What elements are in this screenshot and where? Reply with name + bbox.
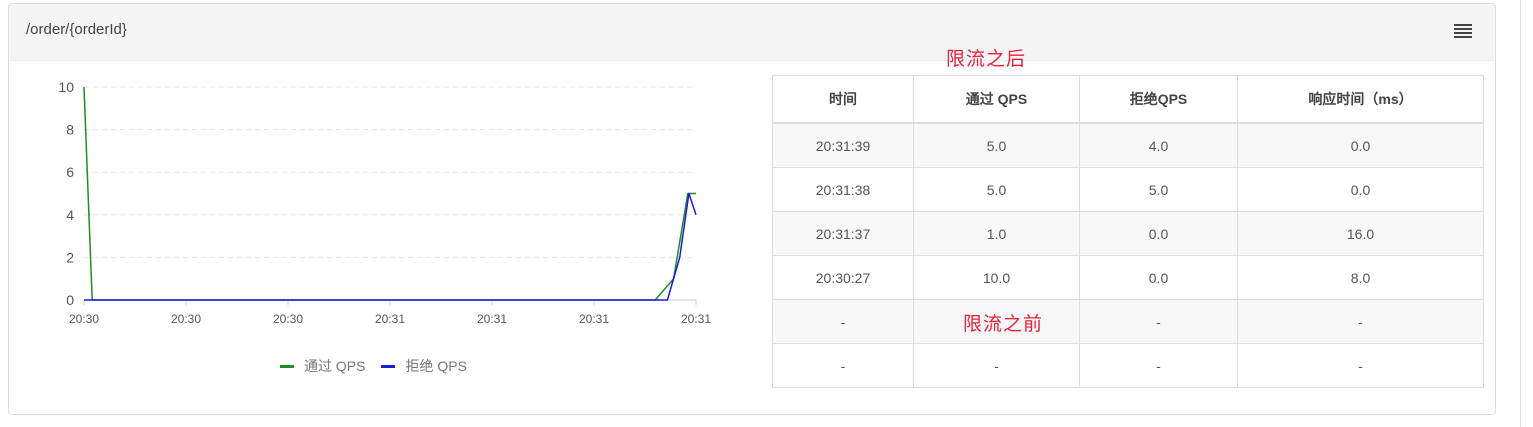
response-time-cell: 16.0 (1237, 211, 1484, 256)
time-cell: 20:31:39 (772, 122, 914, 168)
x-tick-label: 20:31 (681, 312, 711, 326)
legend-swatch-pass (280, 364, 294, 368)
legend-label-reject: 拒绝 QPS (405, 358, 467, 374)
chart-legend: 通过 QPS 拒绝 QPS (280, 356, 483, 376)
qps-line-chart: 0 2 4 6 8 10 20:30 20:30 20:30 20:31 20:31 20:31 20:… (58, 79, 711, 326)
pass-qps-cell: 5.0 (913, 122, 1080, 168)
pass-qps-cell: 1.0 (913, 211, 1080, 256)
panel-header: /order/{orderId} (9, 4, 1495, 61)
legend-item-reject[interactable]: 拒绝 QPS (381, 356, 467, 376)
table-row: 20:31:38 5.0 5.0 0.0 (772, 167, 1484, 212)
legend-item-pass[interactable]: 通过 QPS (280, 356, 365, 376)
response-time-cell: 0.0 (1237, 122, 1484, 168)
y-tick-label: 6 (66, 164, 74, 180)
y-tick-label: 0 (66, 292, 74, 308)
table-row: 20:31:37 1.0 0.0 16.0 (772, 211, 1484, 256)
y-tick-label: 8 (66, 122, 74, 138)
x-tick-label: 20:30 (171, 312, 201, 326)
response-time-cell: 8.0 (1237, 255, 1484, 300)
x-tick-label: 20:31 (375, 312, 405, 326)
time-cell: 20:31:38 (772, 167, 914, 212)
pass-qps-cell: 5.0 (913, 167, 1080, 212)
response-time-cell: 0.0 (1237, 167, 1484, 212)
y-tick-label: 2 (66, 249, 74, 265)
menu-icon[interactable] (1453, 23, 1473, 39)
table-row: ---- (772, 343, 1484, 388)
legend-swatch-reject (381, 364, 396, 368)
y-tick-label: 4 (66, 207, 74, 223)
y-tick-label: 10 (58, 79, 74, 95)
response-time-cell: - (1237, 299, 1484, 344)
panel-title: /order/{orderId} (26, 21, 127, 38)
reject-qps-cell: - (1079, 343, 1238, 388)
x-tick-label: 20:31 (579, 312, 609, 326)
time-cell: - (772, 299, 914, 344)
column-header-time: 时间 (772, 75, 914, 124)
time-cell: - (772, 343, 914, 388)
table-row: 20:30:27 10.0 0.0 8.0 (772, 255, 1484, 300)
time-cell: 20:31:37 (772, 211, 914, 256)
annotation-after-limit: 限流之后 (946, 48, 1027, 70)
series-line-pass-qps (83, 86, 696, 301)
pass-qps-cell: - (913, 343, 1080, 388)
reject-qps-cell: - (1079, 299, 1238, 344)
x-tick-label: 20:30 (273, 312, 303, 326)
column-header-pass-qps: 通过 QPS (913, 75, 1080, 124)
page-scrollbar[interactable] (1520, 0, 1521, 427)
reject-qps-cell: 4.0 (1079, 122, 1238, 168)
reject-qps-cell: 0.0 (1079, 255, 1238, 300)
table-header-row: 时间 通过 QPS 拒绝QPS 响应时间（ms） (772, 75, 1484, 124)
table-row: ---- (772, 299, 1484, 344)
x-tick-label: 20:31 (477, 312, 507, 326)
series-line-reject-qps (84, 192, 697, 301)
table-body: 20:31:39 5.0 4.0 0.0 20:31:38 5.0 5.0 0.0 20:31:… (772, 122, 1484, 388)
legend-label-pass: 通过 QPS (304, 358, 366, 374)
qps-table: 时间 通过 QPS 拒绝QPS 响应时间（ms） 20:31:39 5.0 4.0 0… (772, 75, 1484, 388)
annotation-before-limit: 限流之前 (963, 313, 1044, 335)
response-time-cell: - (1237, 343, 1484, 388)
x-tick-label: 20:30 (69, 312, 99, 326)
column-header-reject-qps: 拒绝QPS (1079, 75, 1238, 124)
table-row: 20:31:39 5.0 4.0 0.0 (772, 122, 1484, 168)
column-header-response-time: 响应时间（ms） (1237, 75, 1484, 124)
reject-qps-cell: 5.0 (1079, 167, 1238, 212)
reject-qps-cell: 0.0 (1079, 211, 1238, 256)
time-cell: 20:30:27 (772, 255, 914, 300)
pass-qps-cell: 10.0 (913, 255, 1080, 300)
